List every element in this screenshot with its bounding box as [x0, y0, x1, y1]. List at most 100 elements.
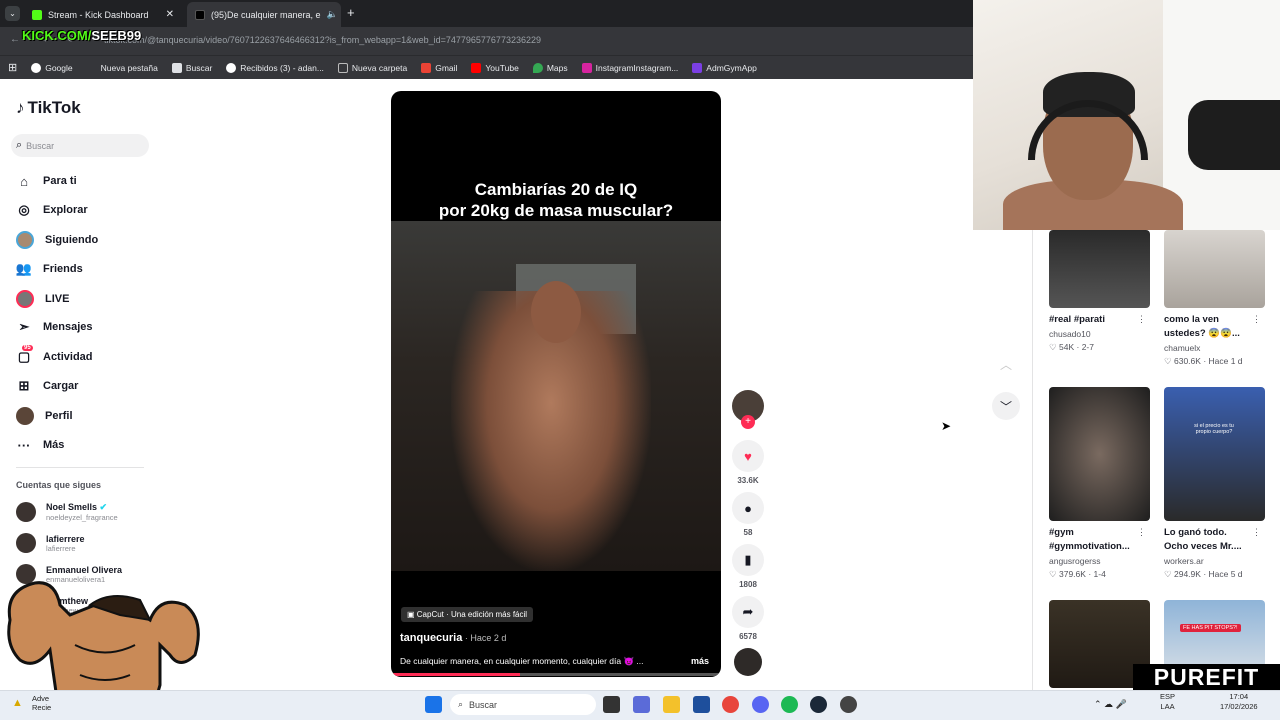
- nav-item-cargar[interactable]: ⊞ Cargar: [16, 378, 79, 394]
- bookmark-new-tab[interactable]: Nueva pestaña: [87, 63, 158, 73]
- discord-icon[interactable]: [752, 696, 769, 713]
- capcut-icon: ▣: [407, 610, 417, 619]
- weather-widget[interactable]: Adve Recie: [32, 694, 51, 712]
- video-progress-bar[interactable]: [391, 673, 721, 676]
- previous-video-chevron-up-icon[interactable]: ︿: [992, 350, 1020, 378]
- save-button[interactable]: ▮ 1808: [732, 544, 764, 589]
- recommended-video-card[interactable]: si el precio es tu propio cuerpo? ⋮ Lo g…: [1164, 387, 1265, 580]
- clock[interactable]: 17:04 17/02/2026: [1220, 692, 1258, 712]
- google-icon: [31, 62, 42, 73]
- browser-tab-tiktok[interactable]: (95)De cualquier manera, e 🔈 ✕: [187, 2, 341, 27]
- comment-button[interactable]: ● 58: [732, 492, 764, 537]
- tray-icons[interactable]: ⌃ ☁ 🎤: [1094, 699, 1127, 709]
- copilot-icon[interactable]: [633, 696, 650, 713]
- mouse-cursor-icon: ➤: [941, 419, 952, 433]
- nav-item-mensajes[interactable]: ➣ Mensajes: [16, 319, 93, 335]
- card-meta: ♡ 630.6K · Hace 1 d: [1164, 356, 1243, 366]
- like-count: 33.6K: [737, 476, 759, 485]
- lang-bottom: LAA: [1160, 702, 1175, 711]
- upload-plus-icon: ⊞: [18, 378, 30, 393]
- address-bar-url[interactable]: tiktok.com/@tanquecuria/video/7607122637…: [104, 35, 541, 45]
- tiktok-note-icon: ♪: [16, 98, 25, 117]
- tab-search-icon[interactable]: ⌄: [5, 6, 20, 21]
- follow-plus-icon[interactable]: +: [741, 415, 755, 429]
- nav-item-perfil[interactable]: Perfil: [16, 407, 73, 425]
- more-options-icon[interactable]: ⋮: [1252, 314, 1261, 325]
- steam-icon[interactable]: [810, 696, 827, 713]
- nav-item-mas[interactable]: ··· Más: [16, 437, 65, 453]
- spotify-icon[interactable]: [781, 696, 798, 713]
- following-account[interactable]: lafierrere lafierrere: [16, 533, 85, 553]
- bookmark-folder[interactable]: Nueva carpeta: [337, 62, 407, 73]
- bookmark-inbox[interactable]: Recibidos (3) - adan...: [226, 62, 324, 73]
- bookmark-instagram[interactable]: InstagramInstagram...: [581, 62, 678, 73]
- task-view-icon[interactable]: [603, 696, 620, 713]
- store-icon[interactable]: [693, 696, 710, 713]
- next-video-chevron-down-icon[interactable]: ﹀: [992, 392, 1020, 420]
- bookmark-admgym[interactable]: AdmGymApp: [692, 62, 757, 73]
- bookmark-label: Recibidos (3) - adan...: [240, 62, 324, 73]
- inbox-icon: ▢ 95: [17, 345, 33, 364]
- video-title-line: Cambiarías 20 de IQ: [474, 180, 638, 199]
- obs-icon[interactable]: [840, 696, 857, 713]
- nav-item-live[interactable]: LIVE: [16, 290, 69, 308]
- nav-label: Perfil: [45, 410, 73, 422]
- bookmark-youtube[interactable]: YouTube: [471, 62, 519, 73]
- video-player[interactable]: Cambiarías 20 de IQ por 20kg de masa musc…: [391, 91, 721, 677]
- card-meta: ♡ 54K · 2-7: [1049, 342, 1094, 352]
- following-avatar-icon: [16, 231, 34, 249]
- like-button[interactable]: ♥ 33.6K: [732, 440, 764, 485]
- apps-grid-icon[interactable]: ⊞: [8, 61, 17, 74]
- bookmark-search[interactable]: Buscar: [171, 62, 212, 73]
- recommended-video-card[interactable]: ⋮ #gym #gymmotivation... angusrogerss ♡ …: [1049, 387, 1150, 580]
- following-account[interactable]: Noel Smells ✔ noeldeyzel_fragrance: [16, 502, 118, 522]
- share-button[interactable]: ➦ 6578: [732, 596, 764, 641]
- card-username: workers.ar: [1164, 556, 1204, 566]
- column-divider: [1032, 230, 1033, 690]
- nav-label: Explorar: [43, 204, 88, 216]
- taskbar-search-input[interactable]: ⌕ Buscar: [450, 694, 596, 715]
- sidebar-search-input[interactable]: ⌕ Buscar: [11, 134, 149, 157]
- bookmark-gmail[interactable]: Gmail: [421, 62, 458, 73]
- sound-disc-avatar[interactable]: [734, 648, 762, 676]
- kick-overlay-label: KICK.COM/SEEB99: [22, 28, 141, 43]
- clock-time: 17:04: [1229, 692, 1249, 701]
- warning-icon[interactable]: ▲: [12, 697, 23, 709]
- more-button[interactable]: más: [691, 656, 709, 666]
- taskbar-search-placeholder: Buscar: [469, 699, 498, 710]
- nav-item-explorar[interactable]: ◎ Explorar: [16, 202, 88, 218]
- bookmark-google[interactable]: Google: [31, 62, 73, 73]
- recommended-video-card[interactable]: ⋮ como la ven ustedes? 😨😨... chamuelx ♡ …: [1164, 230, 1265, 367]
- nav-item-friends[interactable]: 👥 Friends: [16, 261, 83, 277]
- tab-close-icon[interactable]: ✕: [166, 9, 174, 20]
- file-explorer-icon[interactable]: [663, 696, 680, 713]
- chrome-icon[interactable]: [722, 696, 739, 713]
- more-options-icon[interactable]: ⋮: [1137, 314, 1146, 325]
- more-options-icon[interactable]: ⋮: [1137, 527, 1146, 538]
- browser-tab-kick[interactable]: Stream - Kick Dashboard ✕: [24, 2, 182, 27]
- nav-label: Mensajes: [43, 321, 93, 333]
- nav-item-actividad[interactable]: ▢ 95 Actividad: [16, 345, 93, 365]
- search-icon: ⌕: [16, 139, 23, 151]
- windows-start-icon[interactable]: [425, 696, 442, 713]
- recommended-video-card[interactable]: ⋮ #real #parati chusado10 ♡ 54K · 2-7: [1049, 230, 1150, 353]
- gmail-icon: [421, 62, 432, 73]
- nav-item-siguiendo[interactable]: Siguiendo: [16, 231, 98, 249]
- more-options-icon[interactable]: ⋮: [1252, 527, 1261, 538]
- account-name: lafierrere: [46, 533, 85, 544]
- bookmark-maps[interactable]: Maps: [532, 62, 568, 73]
- bookmark-label: Gmail: [435, 62, 458, 73]
- tiktok-favicon-icon: [195, 9, 205, 20]
- language-indicator[interactable]: ESP LAA: [1160, 692, 1175, 712]
- capcut-tag[interactable]: ▣ CapCut · Una edición más fácil: [401, 607, 534, 622]
- comment-count: 58: [743, 528, 753, 537]
- video-author[interactable]: tanquecuria · Hace 2 d: [400, 632, 506, 644]
- lang-top: ESP: [1160, 692, 1176, 701]
- more-dots-icon: ···: [17, 437, 31, 453]
- speaker-icon[interactable]: 🔈: [327, 9, 338, 20]
- thumbnail-caption: si el precio es tu propio cuerpo?: [1194, 423, 1234, 435]
- tiktok-logo[interactable]: ♪ TikTok: [16, 98, 81, 118]
- new-tab-plus-icon[interactable]: +: [347, 5, 355, 20]
- nav-item-para-ti[interactable]: ⌂ Para ti: [16, 173, 77, 189]
- card-likes: 294.9K: [1174, 569, 1201, 579]
